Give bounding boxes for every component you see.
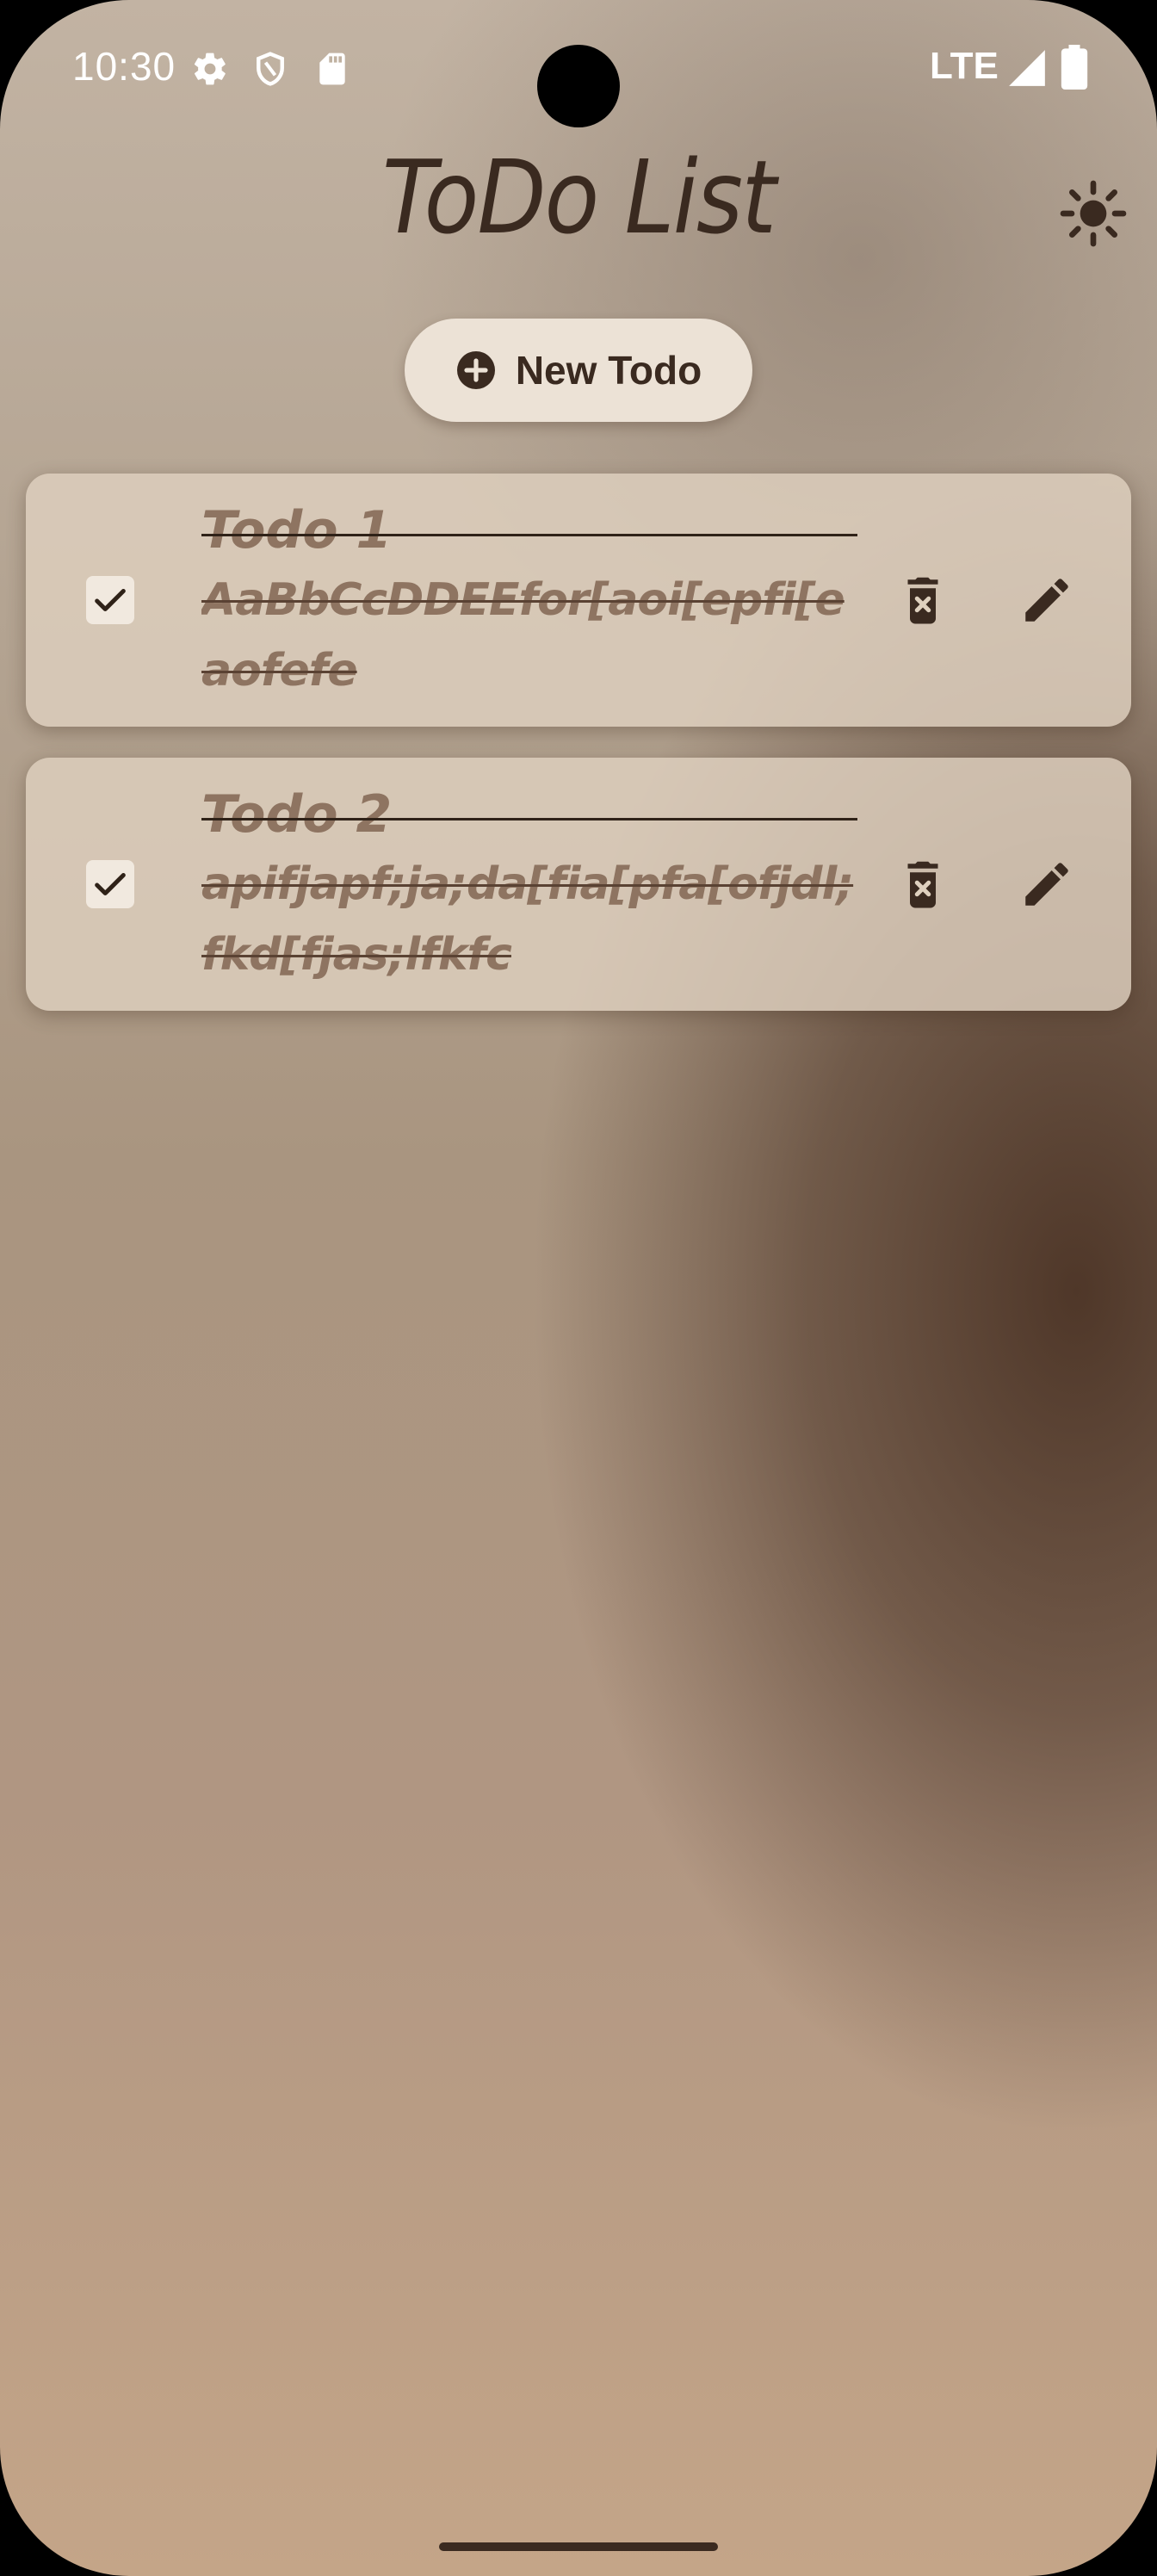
trash-icon: [907, 861, 938, 908]
checkmark-icon: [95, 872, 126, 896]
app-screen: 10:30 LTE ToDo List New Todo Todo 1 AaBb…: [0, 0, 1157, 2576]
theme-toggle-button[interactable]: [1057, 177, 1129, 250]
todo-checkbox[interactable]: [86, 860, 134, 908]
sun-icon: [1060, 180, 1127, 247]
shield-icon: [257, 52, 284, 86]
home-indicator[interactable]: [439, 2542, 718, 2551]
signal-icon: [1009, 50, 1045, 86]
todo-title: Todo 2: [201, 780, 857, 849]
camera-cutout: [537, 45, 620, 127]
status-time: 10:30: [72, 44, 176, 89]
page-title: ToDo List: [381, 138, 776, 257]
settings-icon: [194, 53, 226, 85]
edit-button[interactable]: [1012, 566, 1081, 635]
new-todo-button[interactable]: New Todo: [405, 319, 752, 422]
todo-item: Todo 2 apifjapf;ja;da[fia[pfa[ofjdl;fkd[…: [26, 758, 1131, 1011]
battery-icon: [1061, 45, 1088, 90]
network-type: LTE: [930, 45, 999, 87]
status-bar: 10:30 LTE: [0, 0, 1157, 138]
edit-button[interactable]: [1012, 850, 1081, 919]
pencil-icon: [1025, 863, 1068, 906]
todo-content: Todo 2 apifjapf;ja;da[fia[pfa[ofjdl;fkd[…: [201, 780, 857, 995]
delete-button[interactable]: [888, 850, 957, 919]
sd-card-icon: [319, 53, 345, 85]
todo-content: Todo 1 AaBbCcDDEEfor[aoi[epfi[eaofefe: [201, 496, 857, 711]
plus-circle-icon: [456, 351, 495, 389]
delete-button[interactable]: [888, 566, 957, 635]
todo-item: Todo 1 AaBbCcDDEEfor[aoi[epfi[eaofefe: [26, 474, 1131, 727]
todo-title: Todo 1: [201, 496, 857, 565]
todo-checkbox[interactable]: [86, 576, 134, 624]
checkmark-icon: [95, 588, 126, 612]
trash-icon: [907, 577, 938, 624]
todo-description: apifjapf;ja;da[fia[pfa[ofjdl;fkd[fjas;lf…: [201, 858, 854, 981]
pencil-icon: [1025, 579, 1068, 622]
new-todo-label: New Todo: [515, 348, 702, 393]
todo-description: AaBbCcDDEEfor[aoi[epfi[eaofefe: [201, 574, 845, 697]
